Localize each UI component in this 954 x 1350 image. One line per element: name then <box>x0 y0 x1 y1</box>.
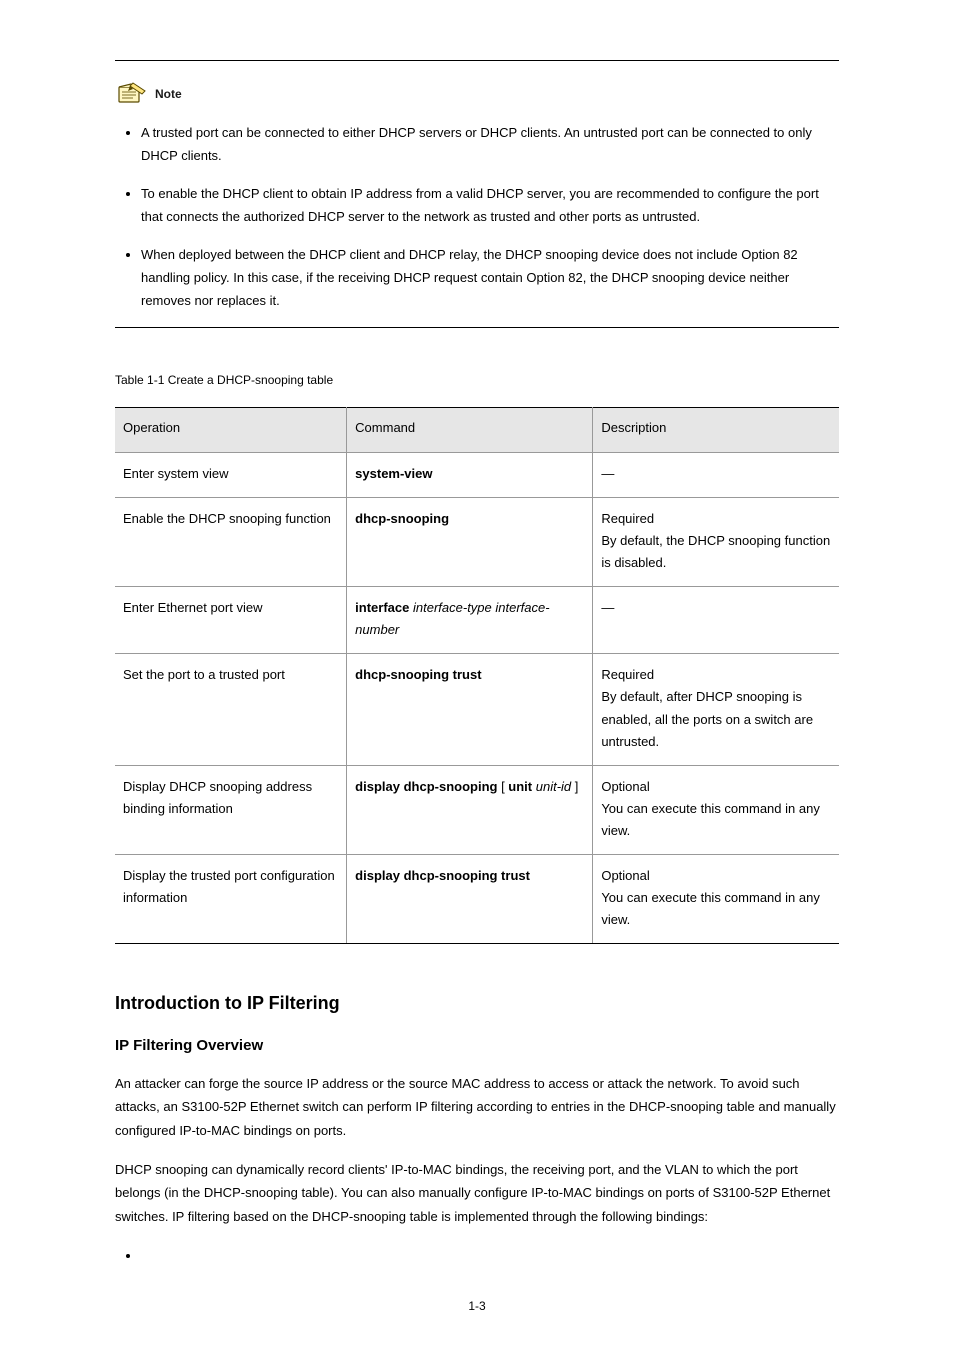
table-row: Set the port to a trusted portdhcp-snoop… <box>115 654 839 765</box>
col-header-description: Description <box>593 408 839 453</box>
cell-description: — <box>593 452 839 497</box>
overview-para-2: DHCP snooping can dynamically record cli… <box>115 1158 839 1228</box>
table-row: Display the trusted port configuration i… <box>115 855 839 944</box>
command-table: Operation Command Description Enter syst… <box>115 407 839 944</box>
note-list: A trusted port can be connected to eithe… <box>141 121 839 313</box>
cell-command: display dhcp-snooping trust <box>347 855 593 944</box>
cell-command: dhcp-snooping trust <box>347 654 593 765</box>
cell-operation: Enable the DHCP snooping function <box>115 497 347 586</box>
cell-command: display dhcp-snooping [ unit unit-id ] <box>347 765 593 854</box>
binding-list <box>141 1244 839 1267</box>
cell-operation: Set the port to a trusted port <box>115 654 347 765</box>
top-horizontal-rule <box>115 60 839 61</box>
subsection-title: IP Filtering Overview <box>115 1035 839 1058</box>
table-header-row: Operation Command Description <box>115 408 839 453</box>
note-bottom-rule <box>115 327 839 328</box>
binding-list-item <box>141 1244 839 1267</box>
overview-para-1: An attacker can forge the source IP addr… <box>115 1072 839 1142</box>
cell-command: system-view <box>347 452 593 497</box>
cell-operation: Enter system view <box>115 452 347 497</box>
cell-description: — <box>593 587 839 654</box>
cell-operation: Enter Ethernet port view <box>115 587 347 654</box>
cell-operation: Display the trusted port configuration i… <box>115 855 347 944</box>
table-row: Display DHCP snooping address binding in… <box>115 765 839 854</box>
cell-operation: Display DHCP snooping address binding in… <box>115 765 347 854</box>
cell-description: RequiredBy default, the DHCP snooping fu… <box>593 497 839 586</box>
cell-description: OptionalYou can execute this command in … <box>593 765 839 854</box>
table-row: Enable the DHCP snooping functiondhcp-sn… <box>115 497 839 586</box>
para2-link: DHCP-snooping table <box>204 1185 330 1200</box>
cell-command: interface interface-type interface-numbe… <box>347 587 593 654</box>
note-item: A trusted port can be connected to eithe… <box>141 121 839 168</box>
col-header-operation: Operation <box>115 408 347 453</box>
col-header-command: Command <box>347 408 593 453</box>
note-block: Note A trusted port can be connected to … <box>115 81 839 313</box>
note-item: To enable the DHCP client to obtain IP a… <box>141 182 839 229</box>
note-icon <box>115 81 149 107</box>
cell-description: OptionalYou can execute this command in … <box>593 855 839 944</box>
table-caption-text: Table 1-1 Create a DHCP-snooping table <box>115 373 333 387</box>
cell-description: RequiredBy default, after DHCP snooping … <box>593 654 839 765</box>
cell-command: dhcp-snooping <box>347 497 593 586</box>
note-header: Note <box>115 81 839 107</box>
table-caption: Table 1-1 Create a DHCP-snooping table <box>115 368 839 392</box>
table-row: Enter system viewsystem-view— <box>115 452 839 497</box>
section-title: Introduction to IP Filtering <box>115 990 839 1017</box>
page-number: 1-3 <box>0 1297 954 1315</box>
note-label: Note <box>155 85 182 103</box>
table-row: Enter Ethernet port viewinterface interf… <box>115 587 839 654</box>
note-item: When deployed between the DHCP client an… <box>141 243 839 313</box>
